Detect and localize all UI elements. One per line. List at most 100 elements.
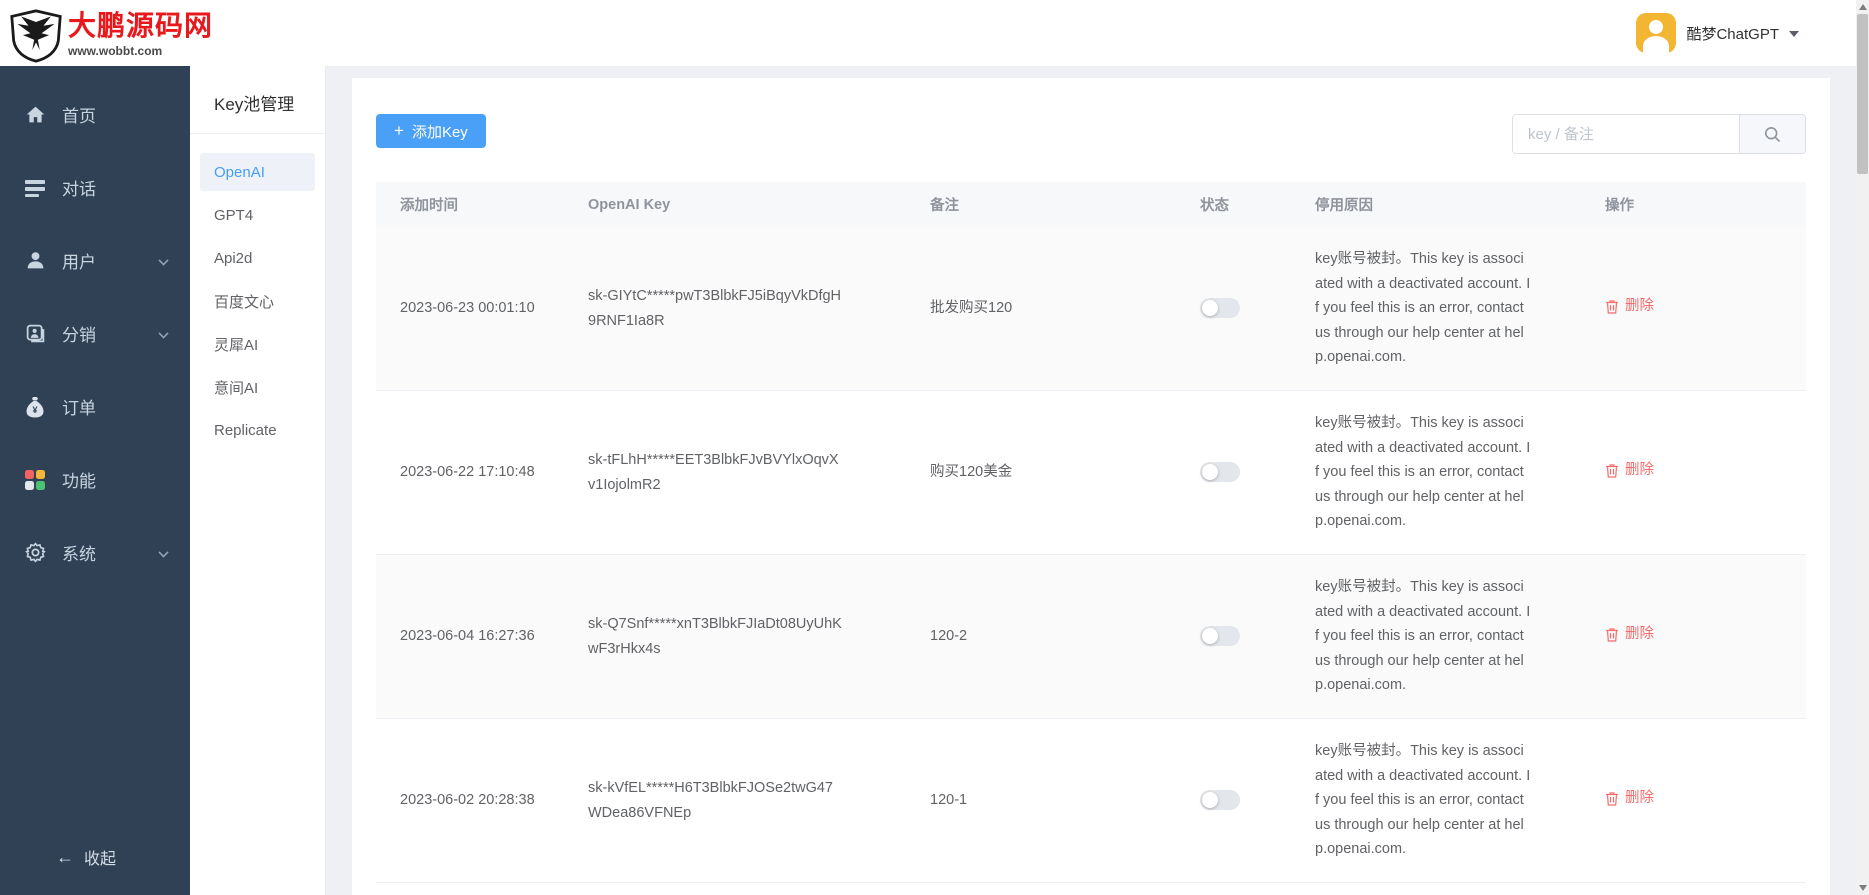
col-status: 状态 [1200, 198, 1229, 214]
cell-note: 批发购买120 [930, 300, 1013, 317]
search-icon [1764, 126, 1781, 142]
cell-added-time: 2023-06-04 16:27:36 [400, 628, 535, 645]
logo-subtitle: www.wobbt.com [68, 44, 163, 58]
col-note: 备注 [930, 198, 959, 214]
collapse-label: 收起 [84, 851, 117, 868]
sidebar-item-home[interactable]: 首页 [0, 78, 190, 151]
sidebar-item-system[interactable]: 系统 [0, 516, 190, 589]
cell-openai-key: sk-kVfEL*****H6T3BlbkFJOSe2twG47WDea86VF… [588, 779, 833, 821]
eagle-shield-logo-icon [10, 9, 62, 63]
scroll-down-arrow-icon[interactable] [1859, 885, 1867, 891]
toggle-knob [1202, 628, 1218, 645]
delete-label: 删除 [1625, 626, 1654, 643]
submenu-item-api2d[interactable]: Api2d [200, 239, 315, 277]
sidebar-item-label: 订单 [62, 399, 96, 418]
cell-note: 120-2 [930, 628, 968, 645]
chat-lines-icon [24, 177, 46, 199]
table-header: 添加时间 OpenAI Key 备注 状态 停用原因 操作 [376, 182, 1806, 227]
cell-note: 购买120美金 [930, 464, 1013, 481]
cell-openai-key: sk-Q7Snf*****xnT3BlbkFJIaDt08UyUhKwF3rHk… [588, 615, 842, 657]
delete-button[interactable]: 删除 [1605, 294, 1654, 319]
status-toggle[interactable] [1200, 790, 1240, 811]
toggle-knob [1202, 464, 1218, 481]
home-icon [24, 104, 46, 126]
delete-button[interactable]: 删除 [1605, 786, 1654, 811]
trash-icon [1606, 792, 1618, 806]
main-sidebar: 首页 对话 用户 分销 ¥ 订单 功能 系统 ← 收起 [0, 66, 190, 895]
cell-note: 120-1 [930, 792, 968, 809]
arrow-left-icon: ← [56, 846, 74, 867]
sidebar-item-distribution[interactable]: 分销 [0, 297, 190, 370]
status-toggle[interactable] [1200, 298, 1240, 319]
table-row: 2023-06-23 00:01:10 sk-GIYtC*****pwT3Blb… [376, 227, 1806, 391]
sidebar-item-label: 对话 [62, 180, 96, 199]
sidebar-collapse-button[interactable]: ← 收起 [0, 837, 190, 877]
cell-added-time: 2023-06-22 17:10:48 [400, 464, 535, 481]
table-row: 2023-06-04 16:27:36 sk-Q7Snf*****xnT3Blb… [376, 555, 1806, 719]
submenu-item-replicate[interactable]: Replicate [200, 411, 315, 449]
add-key-button[interactable]: + 添加Key [376, 114, 486, 148]
submenu-item-openai[interactable]: OpenAI [200, 153, 315, 191]
status-toggle[interactable] [1200, 462, 1240, 483]
user-menu[interactable]: 酷梦ChatGPT [1636, 13, 1799, 53]
col-openai-key: OpenAI Key [588, 196, 671, 213]
submenu-item-yijian-ai[interactable]: 意间AI [200, 368, 315, 406]
search-input[interactable] [1513, 115, 1739, 153]
submenu-item-gpt4[interactable]: GPT4 [200, 196, 315, 234]
svg-text:¥: ¥ [32, 405, 37, 415]
delete-button[interactable]: 删除 [1605, 458, 1654, 483]
submenu-item-baidu-wenxin[interactable]: 百度文心 [200, 282, 315, 320]
delete-label: 删除 [1625, 462, 1654, 479]
key-pool-sidebar: Key池管理 OpenAI GPT4 Api2d 百度文心 灵犀AI 意间AI … [190, 66, 326, 895]
status-toggle[interactable] [1200, 626, 1240, 647]
top-header: 大鹏源码网 www.wobbt.com 酷梦ChatGPT [0, 0, 1869, 66]
user-avatar [1636, 13, 1677, 53]
sidebar-item-features[interactable]: 功能 [0, 443, 190, 516]
delete-label: 删除 [1625, 298, 1654, 315]
user-name: 酷梦ChatGPT [1686, 25, 1779, 43]
key-table: 添加时间 OpenAI Key 备注 状态 停用原因 操作 2023-06-23… [376, 182, 1806, 883]
toggle-knob [1202, 792, 1218, 809]
scrollbar-thumb[interactable] [1857, 14, 1868, 174]
col-disable-reason: 停用原因 [1315, 198, 1373, 214]
sidebar-item-label: 功能 [62, 472, 96, 491]
chevron-down-icon [158, 328, 169, 339]
table-row: 2023-06-22 17:10:48 sk-tFLhH*****EET3Blb… [376, 391, 1806, 555]
trash-icon [1606, 628, 1618, 642]
cell-disable-reason: key账号被封。This key is associated with a de… [1315, 742, 1531, 858]
sidebar-item-label: 系统 [62, 545, 96, 564]
page-title: Key池管理 [214, 95, 295, 114]
chevron-down-icon [158, 255, 169, 266]
sidebar-item-orders[interactable]: ¥ 订单 [0, 370, 190, 443]
sidebar-item-users[interactable]: 用户 [0, 224, 190, 297]
sidebar-item-label: 分销 [62, 326, 96, 345]
delete-button[interactable]: 删除 [1605, 622, 1654, 647]
site-logo[interactable]: 大鹏源码网 www.wobbt.com [0, 3, 213, 63]
cell-disable-reason: key账号被封。This key is associated with a de… [1315, 414, 1531, 530]
search-button[interactable] [1739, 115, 1805, 153]
add-key-label: 添加Key [411, 123, 468, 141]
cell-added-time: 2023-06-02 20:28:38 [400, 792, 535, 809]
chevron-down-icon [1789, 31, 1799, 37]
logo-title: 大鹏源码网 [68, 10, 214, 41]
cell-openai-key: sk-GIYtC*****pwT3BlbkFJ5iBqyVkDfgH9RNF1I… [588, 287, 842, 329]
sidebar-item-chat[interactable]: 对话 [0, 151, 190, 224]
content-card: + 添加Key 添加时间 OpenAI Key 备注 状态 停用原因 操作 [352, 78, 1830, 895]
money-bag-icon: ¥ [24, 396, 46, 418]
plus-icon: + [394, 121, 404, 140]
page-scrollbar[interactable] [1856, 0, 1869, 895]
table-row: 2023-06-02 20:28:38 sk-kVfEL*****H6T3Blb… [376, 719, 1806, 883]
submenu-item-lingxi-ai[interactable]: 灵犀AI [200, 325, 315, 363]
chevron-down-icon [158, 547, 169, 558]
user-icon [24, 250, 46, 272]
sidebar-item-label: 首页 [62, 107, 96, 126]
col-actions: 操作 [1605, 198, 1634, 214]
cell-disable-reason: key账号被封。This key is associated with a de… [1315, 578, 1531, 694]
sidebar-item-label: 用户 [62, 253, 96, 272]
gear-icon [24, 542, 46, 564]
features-grid-icon [24, 469, 46, 491]
main-content: + 添加Key 添加时间 OpenAI Key 备注 状态 停用原因 操作 [326, 66, 1869, 895]
distribution-icon [24, 323, 46, 345]
delete-label: 删除 [1625, 790, 1654, 807]
scroll-up-arrow-icon[interactable] [1859, 4, 1867, 10]
